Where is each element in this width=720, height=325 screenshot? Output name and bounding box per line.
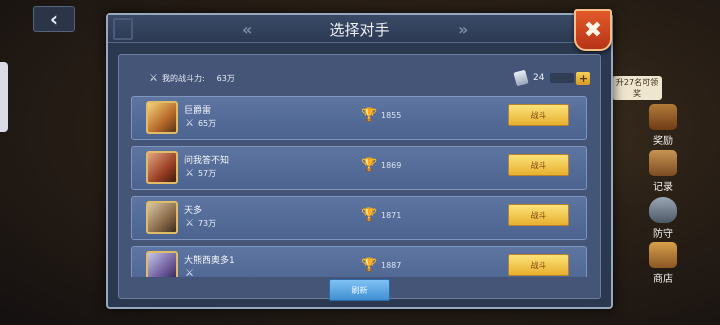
side-label-defend: 防守 [653,229,673,240]
trophy-icon: 🏆 [361,108,378,123]
my-power-value: 63万 [216,74,235,83]
crossed-swords-icon: ⚔ [149,73,158,84]
side-label-reward: 奖励 [653,136,673,147]
fight-button[interactable]: 战斗 [508,104,569,126]
edge-handle [0,62,8,132]
opponent-score: 1869 [381,161,402,170]
plus-icon: + [578,71,589,85]
avatar[interactable] [146,251,178,277]
crossed-swords-icon: ⚔ [185,168,194,179]
opponent-name: 巨爵雷 [184,106,212,116]
close-icon: ✖ [583,17,603,43]
shop-icon [649,242,677,268]
side-button-reward[interactable]: 奖励 [640,104,686,147]
opponent-power-value: 65万 [197,119,217,128]
side-button-shop[interactable]: 商店 [640,242,686,285]
record-icon [649,150,677,176]
fight-button[interactable]: 战斗 [508,154,569,176]
ticket-count: 24 [533,73,545,83]
trophy-icon: 🏆 [361,208,378,223]
crossed-swords-icon: ⚔ [185,268,194,277]
chest-icon [649,104,677,130]
avatar[interactable] [146,101,178,134]
ticket-bar [550,73,575,83]
my-power-label: 我的战斗力: [161,74,205,83]
chevron-left-icon: ‹ [49,7,59,31]
opponent-power-value: 73万 [197,219,217,228]
close-button[interactable]: ✖ [574,9,612,51]
opponent-power: ⚔ [185,268,198,277]
add-ticket-button[interactable]: + [576,71,591,85]
opponent-name: 问我答不知 [184,156,230,166]
reward-tip: 升27名可领奖 [612,76,662,100]
opponent-power: ⚔ 73万 [185,218,216,229]
side-button-defend[interactable]: 防守 [640,197,686,240]
opponent-power: ⚔ 65万 [185,118,216,129]
opponent-row: 大熊西奥多1 ⚔ 🏆 1887 战斗 [131,246,587,277]
trophy-icon: 🏆 [361,258,378,273]
avatar[interactable] [146,201,178,234]
opponent-name: 大熊西奥多1 [184,256,235,266]
opponent-row: 天多 ⚔ 73万 🏆 1871 战斗 [131,196,587,240]
crossed-swords-icon: ⚔ [185,218,194,229]
side-label-record: 记录 [653,182,673,193]
opponent-name: 天多 [184,206,203,216]
opponent-power-value: 57万 [197,169,217,178]
back-button[interactable]: ‹ [33,6,75,32]
refresh-button[interactable]: 刷新 [329,279,390,301]
side-label-shop: 商店 [653,274,673,285]
opponent-power: ⚔ 57万 [185,168,216,179]
challenge-tickets: 24 + [513,69,591,87]
crossed-swords-icon: ⚔ [185,118,194,129]
double-chevron-right-icon: » [458,20,469,39]
opponent-score: 1855 [381,111,402,120]
dialog-title: 选择对手 [329,21,390,39]
trophy-icon: 🏆 [361,158,378,173]
dialog-header: « 选择对手 » [108,15,611,43]
side-button-record[interactable]: 记录 [640,150,686,193]
my-power: ⚔ 我的战斗力: 63万 [149,73,235,84]
opponent-row: 巨爵雷 ⚔ 65万 🏆 1855 战斗 [131,96,587,140]
avatar[interactable] [146,151,178,184]
opponent-row: 问我答不知 ⚔ 57万 🏆 1869 战斗 [131,146,587,190]
shield-icon [649,197,677,223]
fight-button[interactable]: 战斗 [508,254,569,276]
opponent-score: 1871 [381,211,402,220]
opponent-score: 1887 [381,261,402,270]
ticket-icon [513,69,529,87]
fight-button[interactable]: 战斗 [508,204,569,226]
opponent-list[interactable]: 巨爵雷 ⚔ 65万 🏆 1855 战斗 问我答不知 ⚔ 57万 🏆 1869 战… [131,96,587,277]
